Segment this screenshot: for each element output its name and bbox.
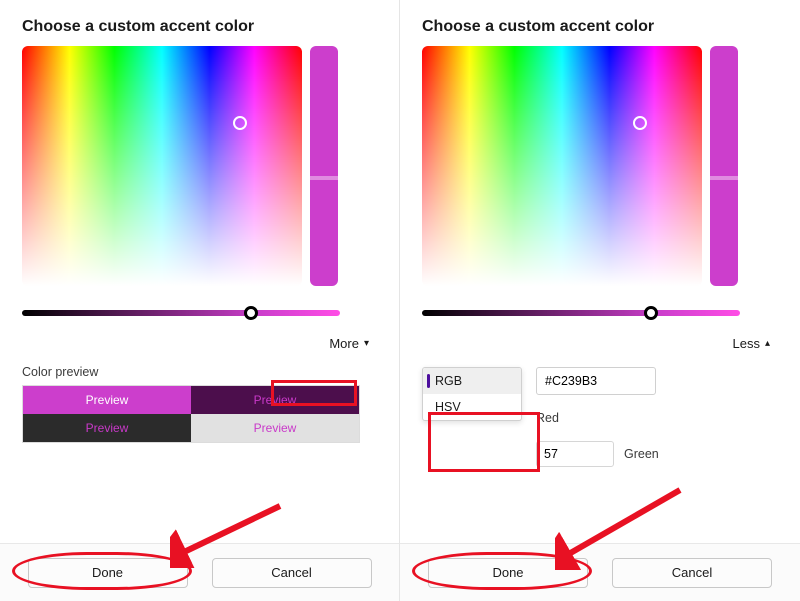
- preview-swatch-light-accent: Preview: [23, 386, 191, 414]
- preview-swatch-dark-bg: Preview: [23, 414, 191, 442]
- done-button[interactable]: Done: [28, 558, 188, 588]
- hue-saturation-field[interactable]: [422, 46, 702, 286]
- value-vertical-slider[interactable]: [710, 46, 738, 286]
- less-label: Less: [733, 336, 760, 351]
- picker-ring-icon: [233, 116, 247, 130]
- dropdown-option-hsv[interactable]: HSV: [423, 394, 521, 420]
- color-picker-pane-less-expanded: Choose a custom accent color Less ▴: [400, 0, 800, 601]
- chevron-up-icon: ▴: [765, 338, 770, 349]
- value-horizontal-slider[interactable]: [22, 310, 340, 316]
- value-vertical-slider[interactable]: [310, 46, 338, 286]
- color-preview-heading: Color preview: [22, 365, 377, 379]
- done-button[interactable]: Done: [428, 558, 588, 588]
- more-toggle-button[interactable]: More ▾: [321, 332, 377, 355]
- chevron-down-icon: ▾: [364, 338, 369, 349]
- horizontal-slider-thumb: [244, 306, 258, 320]
- color-model-row: RGB HSV Red Green: [422, 367, 778, 467]
- dropdown-option-rgb[interactable]: RGB: [423, 368, 521, 394]
- picker-row: [422, 46, 778, 286]
- dialog-title: Choose a custom accent color: [22, 18, 377, 36]
- value-slider-wrap: [422, 304, 778, 322]
- color-preview-grid: Preview Preview Preview Preview: [22, 385, 360, 443]
- dialog-title: Choose a custom accent color: [422, 18, 778, 36]
- more-label: More: [329, 336, 359, 351]
- dialog-footer: Done Cancel: [0, 543, 399, 601]
- vertical-slider-thumb: [708, 176, 740, 180]
- picker-ring-icon: [633, 116, 647, 130]
- color-mode-dropdown[interactable]: RGB HSV: [422, 367, 522, 421]
- color-picker-pane-more-collapsed: Choose a custom accent color More ▾ Colo…: [0, 0, 400, 601]
- value-slider-wrap: [22, 304, 377, 322]
- preview-swatch-light-bg: Preview: [191, 414, 359, 442]
- value-horizontal-slider[interactable]: [422, 310, 740, 316]
- dialog-footer: Done Cancel: [400, 543, 800, 601]
- vertical-slider-thumb: [308, 176, 340, 180]
- green-channel-label: Green: [624, 447, 659, 461]
- green-channel-input[interactable]: [536, 441, 614, 467]
- cancel-button[interactable]: Cancel: [212, 558, 372, 588]
- less-toggle-button[interactable]: Less ▴: [725, 332, 779, 355]
- red-channel-label: Red: [536, 411, 559, 425]
- hex-input[interactable]: [536, 367, 656, 395]
- preview-swatch-dark-accent: Preview: [191, 386, 359, 414]
- picker-row: [22, 46, 377, 286]
- cancel-button[interactable]: Cancel: [612, 558, 772, 588]
- horizontal-slider-thumb: [644, 306, 658, 320]
- hue-saturation-field[interactable]: [22, 46, 302, 286]
